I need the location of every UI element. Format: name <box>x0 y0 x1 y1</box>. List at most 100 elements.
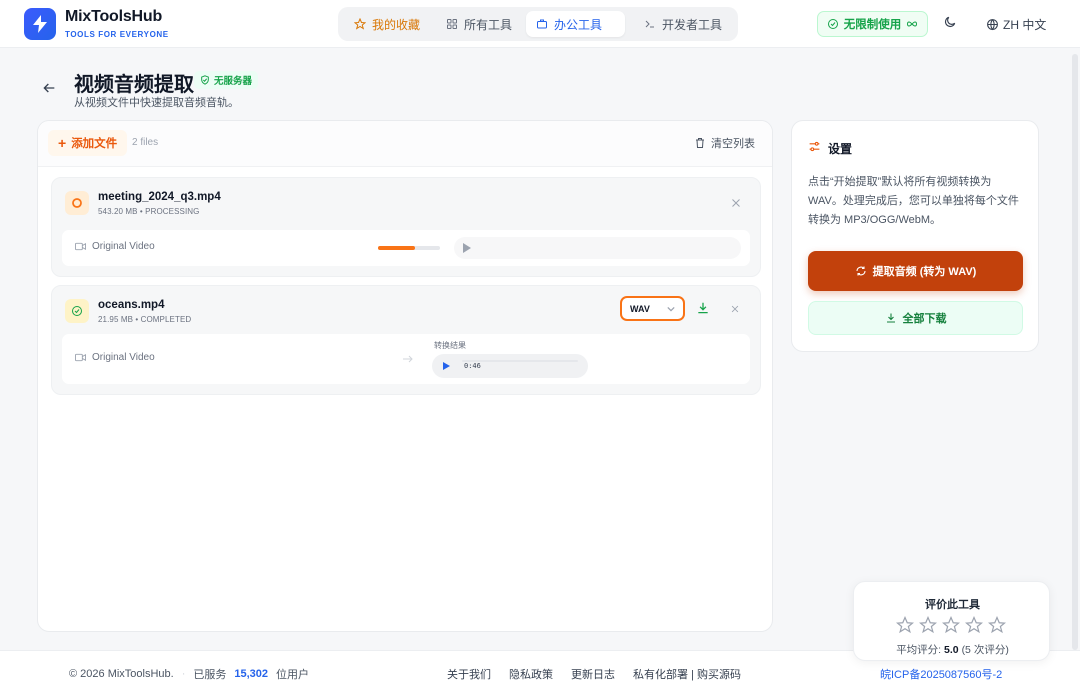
rating-avg-label: 平均评分: <box>896 644 942 656</box>
logo[interactable] <box>24 8 56 40</box>
video-icon <box>75 353 86 362</box>
nav-all-tools[interactable]: 所有工具 <box>436 11 522 37</box>
serverless-badge: 无服务器 <box>194 71 259 89</box>
rating-average: 平均评分: 5.0 (5 次评分) <box>854 642 1049 657</box>
nav-dev-tools[interactable]: 开发者工具 <box>634 11 732 37</box>
footer-link-deploy[interactable]: 私有化部署 | 购买源码 <box>633 666 741 682</box>
star-icon[interactable] <box>942 616 960 634</box>
format-value: WAV <box>630 303 650 314</box>
top-header: MixToolsHub TOOLS FOR EVERYONE 我的收藏 所有工具… <box>0 0 1080 48</box>
footer-links: 关于我们 隐私政策 更新日志 私有化部署 | 购买源码 <box>447 666 741 682</box>
rating-stars <box>896 616 1006 634</box>
brand-name[interactable]: MixToolsHub <box>65 8 162 26</box>
clear-list-label: 清空列表 <box>711 138 755 150</box>
shield-check-icon <box>201 75 209 85</box>
served-prefix: 已服务 <box>193 669 227 681</box>
add-file-button[interactable]: + 添加文件 <box>48 130 128 156</box>
nav-label: 所有工具 <box>464 17 513 32</box>
original-video-label: Original Video <box>75 241 155 252</box>
star-icon[interactable] <box>919 616 937 634</box>
footer-link-changelog[interactable]: 更新日志 <box>571 666 615 682</box>
extract-audio-button[interactable]: 提取音频 (转为 WAV) <box>808 251 1023 291</box>
progress-fill <box>378 246 416 250</box>
arrow-left-icon <box>43 83 55 93</box>
separator-dot: · <box>181 668 186 680</box>
main-nav: 我的收藏 所有工具 办公工具 开发者工具 <box>338 7 738 41</box>
rating-avg-value: 5.0 <box>944 644 959 656</box>
page-scrollbar[interactable] <box>1072 54 1078 650</box>
processing-icon <box>65 191 89 215</box>
download-all-button[interactable]: 全部下载 <box>808 301 1023 335</box>
arrow-right-icon <box>402 355 414 363</box>
completed-icon <box>65 299 89 323</box>
close-icon <box>732 199 740 207</box>
page-subtitle: 从视频文件中快速提取音频音轨。 <box>74 97 239 109</box>
copyright-text: © 2026 MixToolsHub. <box>69 668 174 680</box>
brand-tagline: TOOLS FOR EVERYONE <box>65 30 169 39</box>
moon-icon <box>945 16 956 27</box>
nav-office-tools[interactable]: 办公工具 <box>526 11 625 37</box>
play-icon[interactable] <box>439 359 453 373</box>
language-switcher[interactable]: ZH 中文 <box>986 16 1046 33</box>
file-meta: 543.20 MB • PROCESSING <box>98 207 200 216</box>
page-title: 视频音频提取 <box>74 74 194 96</box>
globe-icon <box>987 19 998 31</box>
extract-audio-label: 提取音频 (转为 WAV) <box>872 266 977 278</box>
back-button[interactable] <box>41 80 57 96</box>
rating-count: (5 次评分) <box>961 644 1009 656</box>
language-label: ZH 中文 <box>1003 18 1047 32</box>
add-file-label: 添加文件 <box>71 138 118 150</box>
video-icon <box>75 242 86 251</box>
footer-copyright: © 2026 MixToolsHub. · 已服务 15,302 位用户 <box>69 666 309 682</box>
clear-list-button[interactable]: 清空列表 <box>694 135 755 151</box>
audio-player[interactable]: 0:46 <box>432 354 588 378</box>
audio-player-placeholder[interactable] <box>454 237 741 259</box>
file-preview-row: Original Video 转换结果 0:46 <box>62 334 750 384</box>
lightning-icon <box>33 15 47 33</box>
original-video-text: Original Video <box>92 352 155 363</box>
plus-icon: + <box>58 135 67 151</box>
play-icon <box>463 243 471 253</box>
unlimited-label: 无限制使用 <box>843 19 902 31</box>
theme-toggle[interactable] <box>943 15 957 29</box>
close-icon <box>731 305 739 313</box>
nav-favorites[interactable]: 我的收藏 <box>344 11 430 37</box>
file-card: meeting_2024_q3.mp4 543.20 MB • PROCESSI… <box>51 177 761 277</box>
footer-link-about[interactable]: 关于我们 <box>447 666 491 682</box>
served-suffix: 位用户 <box>276 669 310 681</box>
check-circle-icon <box>827 19 838 29</box>
briefcase-icon <box>537 19 547 29</box>
grid-icon <box>447 19 457 29</box>
download-file-button[interactable] <box>696 301 710 315</box>
icp-license-link[interactable]: 皖ICP备2025087560号-2 <box>880 666 1002 682</box>
file-meta: 21.95 MB • COMPLETED <box>98 315 192 324</box>
footer-link-privacy[interactable]: 隐私政策 <box>509 666 553 682</box>
settings-title: 设置 <box>828 142 853 156</box>
nav-label: 办公工具 <box>554 17 603 32</box>
served-count: 15,302 <box>234 668 269 680</box>
star-icon[interactable] <box>965 616 983 634</box>
nav-label: 开发者工具 <box>662 17 723 32</box>
file-count: 2 files <box>132 137 159 148</box>
progress-bar <box>378 246 440 250</box>
star-icon[interactable] <box>896 616 914 634</box>
infinity-icon <box>907 21 918 27</box>
file-card: oceans.mp4 21.95 MB • COMPLETED WAV Orig… <box>51 285 761 395</box>
file-name: meeting_2024_q3.mp4 <box>98 191 221 203</box>
remove-file-button[interactable] <box>730 197 742 209</box>
rating-title: 评价此工具 <box>925 599 980 611</box>
chevron-down-icon <box>667 306 675 311</box>
result-label: 转换结果 <box>434 341 466 350</box>
remove-file-button[interactable] <box>730 304 740 314</box>
format-select[interactable]: WAV <box>620 296 685 321</box>
original-video-text: Original Video <box>92 241 155 252</box>
star-icon[interactable] <box>988 616 1006 634</box>
trash-icon <box>696 138 704 148</box>
serverless-label: 无服务器 <box>214 76 253 87</box>
unlimited-badge[interactable]: 无限制使用 <box>817 11 928 37</box>
download-all-label: 全部下载 <box>902 313 947 325</box>
file-name: oceans.mp4 <box>98 299 165 311</box>
star-icon <box>354 18 366 30</box>
audio-duration: 0:46 <box>464 362 481 370</box>
settings-panel: 设置 点击“开始提取”默认将所有视频转换为 WAV。处理完成后，您可以单独将每个… <box>791 120 1039 352</box>
